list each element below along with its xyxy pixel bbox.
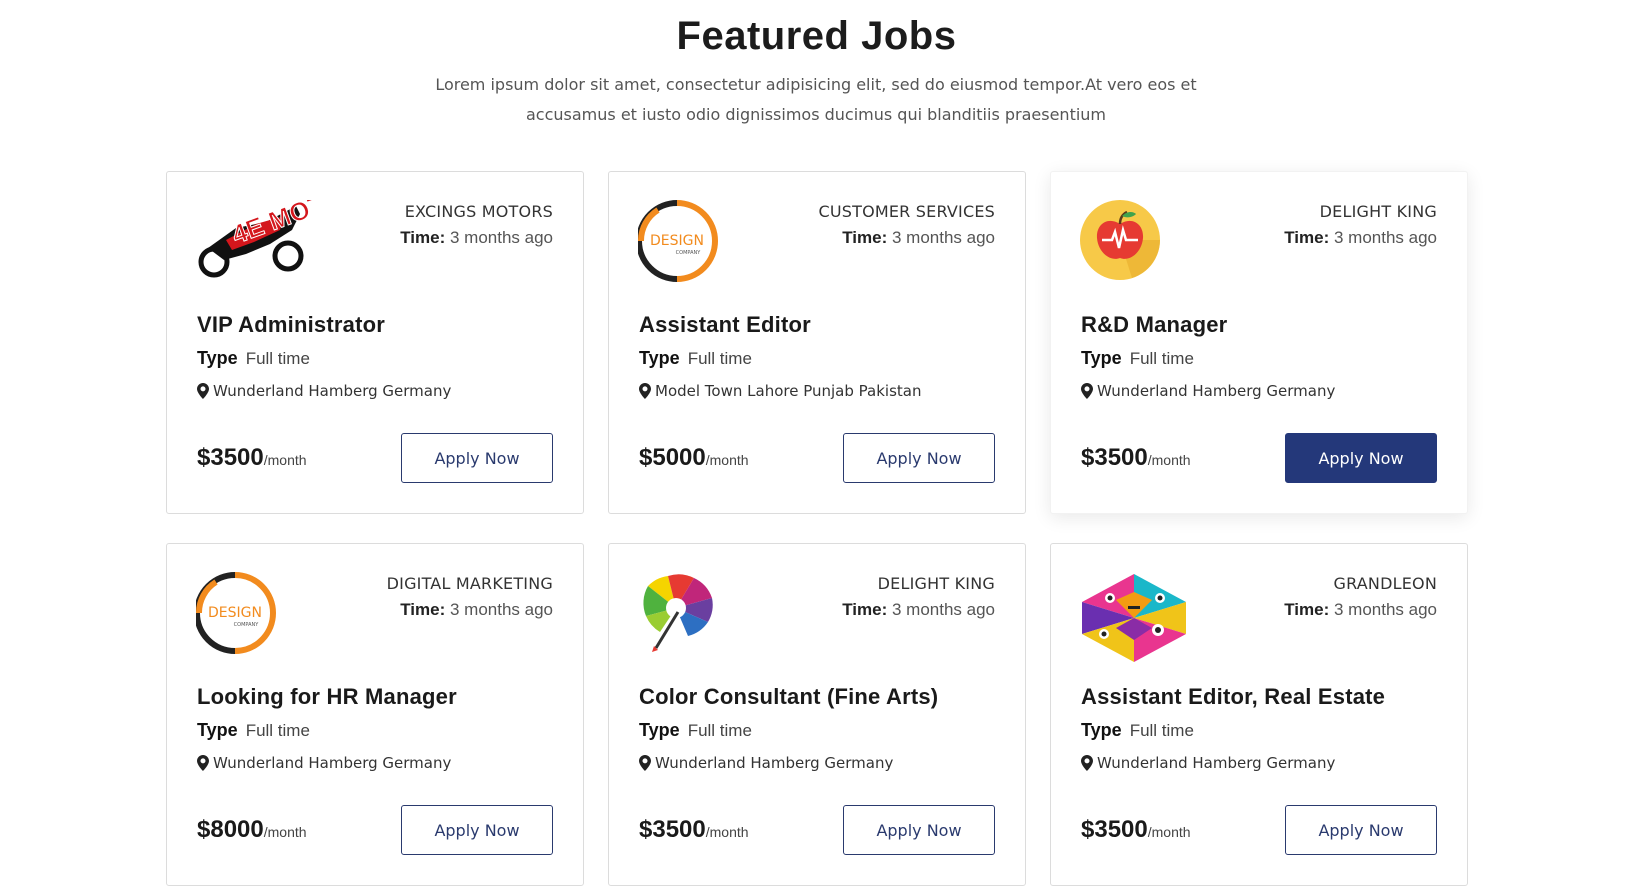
job-type: Type Full time [1081, 348, 1194, 368]
job-meta: DELIGHT KING Time: 3 months ago [842, 574, 995, 620]
job-meta: DELIGHT KING Time: 3 months ago [1284, 202, 1437, 248]
apply-now-button[interactable]: Apply Now [843, 433, 995, 483]
map-pin-icon [1081, 383, 1093, 399]
job-card: DELIGHT KING Time: 3 months ago R&D Mana… [1050, 171, 1468, 514]
salary: $3500/month [1081, 816, 1191, 843]
motorsports-logo-icon: 4E MOTORSPORTS [196, 200, 312, 282]
posted-time: Time: 3 months ago [1284, 600, 1437, 619]
job-card: DESIGN COMPANY CUSTOMER SERVICES Time: 3… [608, 171, 1026, 514]
color-brush-logo-icon [638, 572, 754, 654]
map-pin-icon [639, 755, 651, 771]
job-location: Model Town Lahore Punjab Pakistan [639, 382, 921, 400]
posted-time: Time: 3 months ago [842, 600, 995, 619]
company-name: DIGITAL MARKETING [386, 574, 553, 593]
apple-heartbeat-logo-icon [1080, 200, 1196, 282]
apply-now-button[interactable]: Apply Now [401, 805, 553, 855]
svg-text:DESIGN: DESIGN [650, 233, 704, 249]
map-pin-icon [197, 755, 209, 771]
posted-time: Time: 3 months ago [400, 228, 553, 247]
job-location: Wunderland Hamberg Germany [639, 754, 893, 772]
design-company-logo-icon: DESIGN COMPANY [196, 572, 312, 654]
map-pin-icon [1081, 755, 1093, 771]
job-title[interactable]: R&D Manager [1081, 312, 1227, 338]
job-meta: GRANDLEON Time: 3 months ago [1284, 574, 1437, 620]
company-name: CUSTOMER SERVICES [818, 202, 995, 221]
apply-now-button[interactable]: Apply Now [1285, 805, 1437, 855]
job-card: 4E MOTORSPORTS EXCINGS MOTORS Time: 3 mo… [166, 171, 584, 514]
job-location: Wunderland Hamberg Germany [197, 754, 451, 772]
design-company-logo-icon: DESIGN COMPANY [638, 200, 754, 282]
job-location: Wunderland Hamberg Germany [1081, 382, 1335, 400]
apply-now-button[interactable]: Apply Now [843, 805, 995, 855]
job-title[interactable]: Looking for HR Manager [197, 684, 457, 710]
apply-now-button[interactable]: Apply Now [1285, 433, 1437, 483]
job-type: Type Full time [639, 348, 752, 368]
svg-text:DESIGN: DESIGN [208, 605, 262, 621]
job-location: Wunderland Hamberg Germany [1081, 754, 1335, 772]
job-meta: EXCINGS MOTORS Time: 3 months ago [400, 202, 553, 248]
company-name: DELIGHT KING [877, 574, 995, 593]
section-subtitle: Lorem ipsum dolor sit amet, consectetur … [416, 70, 1216, 130]
salary: $8000/month [197, 816, 307, 843]
geometric-faces-logo-icon [1080, 572, 1196, 662]
job-card: DELIGHT KING Time: 3 months ago Color Co… [608, 543, 1026, 886]
job-type: Type Full time [1081, 720, 1194, 740]
salary: $3500/month [639, 816, 749, 843]
job-type: Type Full time [197, 348, 310, 368]
posted-time: Time: 3 months ago [400, 600, 553, 619]
company-name: DELIGHT KING [1319, 202, 1437, 221]
section-title: Featured Jobs [676, 14, 957, 58]
company-name: EXCINGS MOTORS [404, 202, 553, 221]
map-pin-icon [639, 383, 651, 399]
posted-time: Time: 3 months ago [1284, 228, 1437, 247]
salary: $5000/month [639, 444, 749, 471]
subtitle-line-2: accusamus et iusto odio dignissimos duci… [525, 105, 1107, 124]
map-pin-icon [197, 383, 209, 399]
job-meta: CUSTOMER SERVICES Time: 3 months ago [818, 202, 995, 248]
svg-text:COMPANY: COMPANY [676, 250, 702, 256]
job-card: GRANDLEON Time: 3 months ago Assistant E… [1050, 543, 1468, 886]
job-meta: DIGITAL MARKETING Time: 3 months ago [387, 574, 553, 620]
salary: $3500/month [197, 444, 307, 471]
job-type: Type Full time [197, 720, 310, 740]
subtitle-line-1: Lorem ipsum dolor sit amet, consectetur … [435, 75, 1197, 94]
svg-text:COMPANY: COMPANY [234, 622, 260, 628]
job-location: Wunderland Hamberg Germany [197, 382, 451, 400]
job-title[interactable]: VIP Administrator [197, 312, 385, 338]
job-card: DESIGN COMPANY DIGITAL MARKETING Time: 3… [166, 543, 584, 886]
salary: $3500/month [1081, 444, 1191, 471]
apply-now-button[interactable]: Apply Now [401, 433, 553, 483]
job-title[interactable]: Assistant Editor [639, 312, 811, 338]
job-title[interactable]: Assistant Editor, Real Estate [1081, 684, 1385, 710]
company-name: GRANDLEON [1333, 574, 1437, 593]
job-title[interactable]: Color Consultant (Fine Arts) [639, 684, 938, 710]
posted-time: Time: 3 months ago [842, 228, 995, 247]
job-type: Type Full time [639, 720, 752, 740]
